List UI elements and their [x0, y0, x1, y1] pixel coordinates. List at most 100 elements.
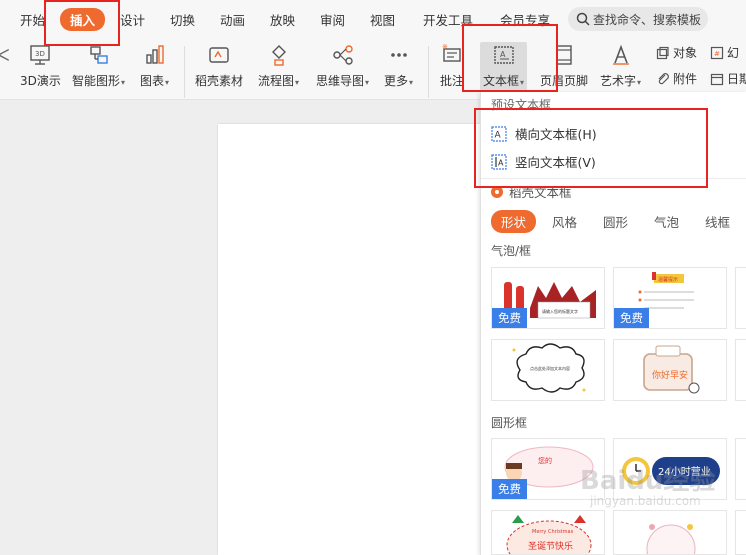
tool-header-footer[interactable]: 页眉页脚 — [540, 42, 588, 89]
header-footer-icon — [550, 42, 578, 68]
menu-animation[interactable]: 动画 — [220, 10, 245, 29]
more-icon — [385, 42, 413, 68]
svg-text:※: ※ — [442, 43, 448, 51]
mindmap-icon — [329, 42, 357, 68]
menu-insert[interactable]: 插入 — [60, 8, 106, 31]
menu-review[interactable]: 审阅 — [320, 10, 345, 29]
tab-bubble[interactable]: 气泡 — [644, 210, 689, 233]
tool-material[interactable]: 稻壳素材 — [195, 42, 243, 89]
tool-chart-label: 图表 — [140, 74, 165, 88]
dropdown-divider — [481, 178, 746, 179]
menu-member[interactable]: 会员专享 — [500, 10, 550, 29]
style-tabs: 形状 风格 圆形 气泡 线框 — [491, 210, 746, 233]
tool-wordart-label: 艺术字 — [600, 74, 637, 88]
slide-page[interactable] — [218, 124, 480, 555]
tool-comment-label: 批注 — [439, 74, 464, 88]
template-thumb-partial[interactable] — [735, 267, 746, 329]
dropdown-caret-icon: ▾ — [637, 78, 642, 87]
vertical-textbox-icon: A — [491, 153, 507, 170]
tool-wordart[interactable]: 艺术字▾ — [600, 42, 641, 89]
smart-graphic-icon — [85, 42, 113, 68]
tool-textbox[interactable]: A 文本框▾ — [480, 42, 528, 92]
menu-slideshow[interactable]: 放映 — [270, 10, 295, 29]
dropdown-caret-icon: ▾ — [520, 78, 525, 87]
tool-date[interactable]: 日期 — [710, 70, 746, 87]
tab-style[interactable]: 风格 — [542, 210, 587, 233]
christmas-template-icon: Merry Christmas 圣诞节快乐 — [506, 515, 592, 554]
free-badge: 免费 — [614, 308, 649, 328]
template-thumb[interactable]: 请输入您的标题文字 免费 — [491, 267, 605, 329]
menu-design[interactable]: 设计 — [120, 10, 145, 29]
tool-more[interactable]: 更多▾ — [384, 42, 413, 89]
category-circle-frame: 圆形框 — [491, 416, 528, 430]
menu-transition[interactable]: 切换 — [170, 10, 195, 29]
menu-bar: 开始 插入 设计 切换 动画 放映 审阅 视图 开发工具 会员专享 查找命令、搜… — [0, 0, 746, 38]
template-thumb-partial[interactable] — [735, 339, 746, 401]
free-badge: 免费 — [492, 308, 527, 328]
floral-circle-template-icon — [646, 524, 696, 554]
horizontal-textbox-item[interactable]: A 横向文本框(H) — [491, 124, 597, 143]
vertical-textbox-item[interactable]: A 竖向文本框(V) — [491, 152, 596, 171]
tool-header-footer-label: 页眉页脚 — [540, 74, 589, 88]
thumb-text: 您的 — [538, 456, 552, 465]
svg-text:#: # — [714, 50, 720, 58]
tool-smart-graphic-label: 智能图形 — [72, 74, 121, 88]
chart-icon — [141, 42, 169, 68]
dropdown-caret-icon: ▾ — [121, 78, 126, 87]
thumb-text: 点击此处添加文本内容 — [530, 365, 570, 371]
template-thumb[interactable]: 温馨提示 免费 — [613, 267, 727, 329]
daoke-logo-icon — [491, 185, 503, 198]
tab-wireframe[interactable]: 线框 — [695, 210, 740, 233]
template-thumb[interactable] — [613, 510, 727, 555]
tool-3d[interactable]: 3D 3D演示 — [20, 42, 61, 89]
daoke-section-title: 稻壳文本框 — [491, 182, 572, 201]
daoke-title-text: 稻壳文本框 — [509, 185, 572, 200]
svg-text:A: A — [500, 50, 506, 59]
template-thumb[interactable]: 点击此处添加文本内容 — [491, 339, 605, 401]
tool-chart[interactable]: 图表▾ — [140, 42, 169, 89]
thumb-text: 温馨提示 — [658, 276, 678, 283]
tab-shape[interactable]: 形状 — [491, 210, 536, 233]
tool-mindmap[interactable]: 思维导图▾ — [316, 42, 369, 89]
dropdown-caret-icon: ▾ — [409, 78, 414, 87]
search-box[interactable]: 查找命令、搜索模板 — [568, 7, 708, 31]
tool-slide-number-label: 幻 — [727, 46, 740, 60]
template-thumb[interactable]: 你好早安 — [613, 339, 727, 401]
free-badge: 免费 — [492, 479, 527, 499]
dropdown-caret-icon: ▾ — [165, 78, 170, 87]
tool-3d-label: 3D演示 — [20, 74, 61, 88]
menu-home[interactable]: 开始 — [20, 10, 45, 29]
comment-icon: ※ — [438, 42, 466, 68]
tool-smart-graphic[interactable]: 智能图形▾ — [72, 42, 125, 89]
date-icon — [710, 72, 724, 86]
watermark-url: jingyan.baidu.com — [590, 494, 701, 508]
tool-comment[interactable]: ※ 批注 — [438, 42, 466, 89]
search-icon — [576, 12, 590, 26]
menu-developer[interactable]: 开发工具 — [423, 10, 473, 29]
search-placeholder: 查找命令、搜索模板 — [593, 12, 702, 27]
partial-tool-icon: ᐸ — [0, 46, 10, 65]
tab-circle[interactable]: 圆形 — [593, 210, 638, 233]
thumb-text: 请输入您的标题文字 — [542, 308, 578, 314]
tool-flowchart[interactable]: 流程图▾ — [258, 42, 299, 89]
tool-textbox-label: 文本框 — [483, 74, 520, 88]
ribbon-divider — [428, 46, 429, 98]
horizontal-textbox-icon: A — [491, 125, 507, 142]
vertical-textbox-label: 竖向文本框(V) — [515, 155, 596, 170]
tool-more-label: 更多 — [384, 74, 409, 88]
thumb-text: 圣诞节快乐 — [528, 540, 573, 552]
category-bubble-frame: 气泡/框 — [491, 244, 532, 258]
menu-view[interactable]: 视图 — [370, 10, 395, 29]
ribbon-divider — [184, 46, 185, 98]
tool-slide-number[interactable]: # 幻 — [710, 44, 739, 61]
tool-object[interactable]: 对象 — [656, 44, 697, 61]
template-thumb-partial[interactable] — [735, 510, 746, 555]
object-icon — [656, 46, 670, 60]
template-thumb[interactable]: Merry Christmas 圣诞节快乐 — [491, 510, 605, 555]
template-thumb-partial[interactable] — [735, 438, 746, 500]
thumb-text: Merry Christmas — [532, 529, 574, 535]
tool-date-label: 日期 — [727, 72, 746, 86]
tool-material-label: 稻壳素材 — [195, 74, 244, 88]
3d-icon: 3D — [26, 42, 54, 68]
tool-attachment[interactable]: 附件 — [656, 70, 697, 87]
